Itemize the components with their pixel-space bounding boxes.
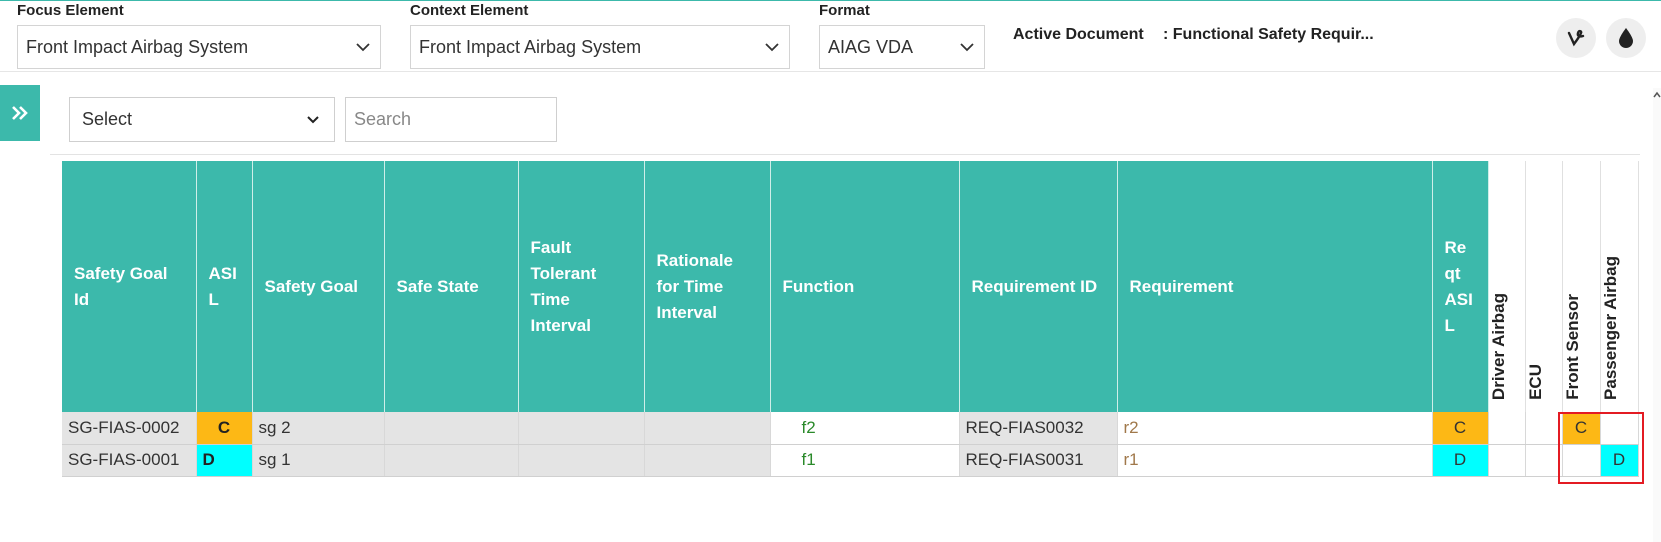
cell-requirement[interactable]: r1	[1117, 444, 1433, 477]
focus-element-label: Focus Element	[17, 2, 124, 19]
cell-safe-state	[384, 444, 519, 477]
header-safety-goal-id[interactable]: Safety Goal Id	[62, 161, 197, 412]
vine-icon	[1567, 29, 1585, 47]
table-row[interactable]: SG-FIAS-0002 C sg 2 f2 REQ-FIAS0032 r2 C…	[62, 412, 1639, 445]
cell-ecu[interactable]	[1525, 412, 1563, 445]
context-element-value: Front Impact Airbag System	[419, 36, 642, 57]
table-row[interactable]: SG-FIAS-0001 D sg 1 f1 REQ-FIAS0031 r1 D…	[62, 444, 1639, 477]
cell-sg-id: SG-FIAS-0002	[62, 412, 197, 445]
header-safe-state[interactable]: Safe State	[384, 161, 519, 412]
context-element-label: Context Element	[410, 2, 529, 19]
cell-sg-id: SG-FIAS-0001	[62, 444, 197, 477]
cell-driver-airbag[interactable]	[1488, 412, 1526, 445]
header-asil[interactable]: ASI L	[196, 161, 253, 412]
header-req-asil[interactable]: Re qt ASI L	[1432, 161, 1489, 412]
format-select[interactable]: AIAG VDA	[819, 25, 985, 69]
sidebar-toggle-button[interactable]	[0, 85, 40, 141]
cell-ftti	[518, 412, 645, 445]
active-document-value: : Functional Safety Requir...	[1163, 26, 1374, 43]
cell-asil: C	[196, 412, 253, 445]
double-chevron-right-icon	[12, 106, 28, 120]
header-front-sensor-label: Front Sensor	[1562, 294, 1582, 400]
header-function[interactable]: Function	[770, 161, 960, 412]
focus-element-value: Front Impact Airbag System	[26, 36, 249, 57]
drop-icon-button[interactable]	[1606, 18, 1646, 58]
context-element-select[interactable]: Front Impact Airbag System	[410, 25, 790, 69]
cell-safety-goal: sg 1	[252, 444, 385, 477]
divider	[50, 154, 1640, 155]
active-document-label: Active Document	[1013, 26, 1144, 43]
chevron-down-icon	[763, 38, 781, 56]
cell-function[interactable]: f1	[770, 444, 960, 477]
drop-icon	[1619, 28, 1633, 48]
header-driver-airbag-label: Driver Airbag	[1488, 292, 1508, 400]
filter-select-value: Select	[82, 109, 133, 129]
filter-select[interactable]: Select	[69, 97, 335, 142]
vertical-scrollbar[interactable]	[1653, 88, 1661, 542]
header-rationale[interactable]: Rationale for Time Interval	[644, 161, 771, 412]
cell-driver-airbag[interactable]	[1488, 444, 1526, 477]
cell-req-asil: C	[1432, 412, 1489, 445]
vine-icon-button[interactable]	[1556, 18, 1596, 58]
header-passenger-airbag[interactable]: Passenger Airbag	[1600, 161, 1639, 412]
safety-requirements-table: Safety Goal Id ASI L Safety Goal Safe St…	[62, 161, 1639, 477]
cell-function[interactable]: f2	[770, 412, 960, 445]
header-requirement-id[interactable]: Requirement ID	[959, 161, 1118, 412]
format-label: Format	[819, 2, 870, 19]
header-ecu[interactable]: ECU	[1525, 161, 1563, 412]
search-input[interactable]	[345, 97, 557, 142]
format-value: AIAG VDA	[828, 36, 914, 57]
cell-safe-state	[384, 412, 519, 445]
chevron-down-icon	[958, 38, 976, 56]
cell-requirement[interactable]: r2	[1117, 412, 1433, 445]
cell-requirement-id: REQ-FIAS0031	[959, 444, 1118, 477]
cell-asil: D	[196, 444, 253, 477]
header-passenger-airbag-label: Passenger Airbag	[1600, 256, 1620, 400]
cell-rationale	[644, 412, 771, 445]
header-requirement[interactable]: Requirement	[1117, 161, 1433, 412]
cell-rationale	[644, 444, 771, 477]
highlight-box	[1558, 412, 1644, 484]
cell-req-asil: D	[1432, 444, 1489, 477]
cell-ftti	[518, 444, 645, 477]
scroll-up-arrow-icon[interactable]	[1653, 90, 1661, 100]
header-driver-airbag[interactable]: Driver Airbag	[1488, 161, 1526, 412]
header-front-sensor[interactable]: Front Sensor	[1562, 161, 1601, 412]
focus-element-select[interactable]: Front Impact Airbag System	[17, 25, 381, 69]
cell-ecu[interactable]	[1525, 444, 1563, 477]
toolbar: Focus Element Front Impact Airbag System…	[0, 0, 1661, 72]
header-ftti[interactable]: Fault Tolerant Time Interval	[518, 161, 645, 412]
cell-requirement-id: REQ-FIAS0032	[959, 412, 1118, 445]
chevron-down-icon	[304, 111, 322, 129]
header-ecu-label: ECU	[1525, 364, 1545, 400]
cell-safety-goal: sg 2	[252, 412, 385, 445]
chevron-down-icon	[354, 38, 372, 56]
header-safety-goal[interactable]: Safety Goal	[252, 161, 385, 412]
